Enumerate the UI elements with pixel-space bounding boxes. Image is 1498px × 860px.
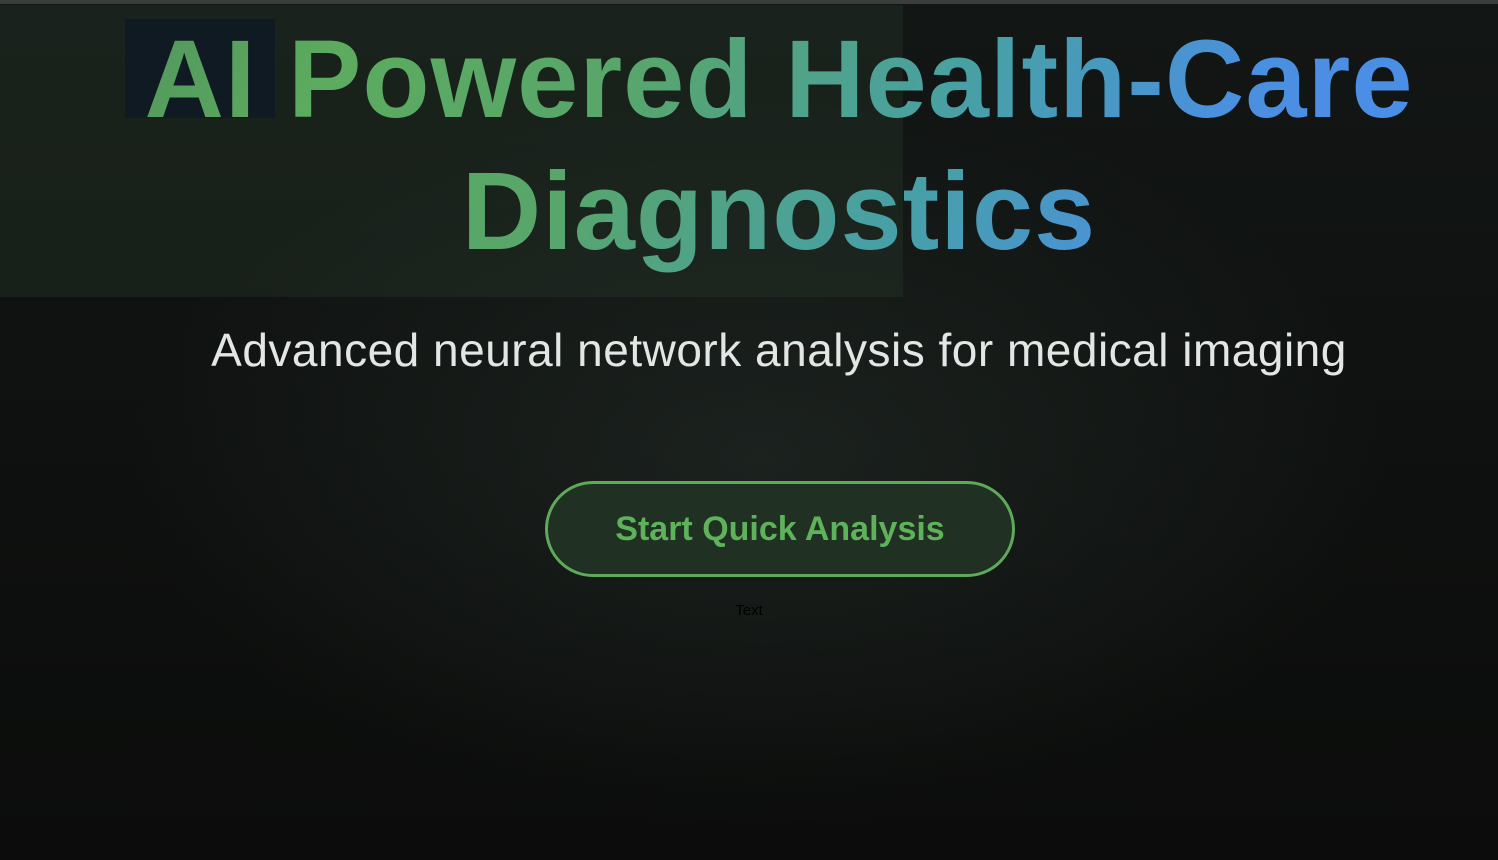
page: AI Powered Health-Care Diagnostics Advan… (0, 0, 1498, 860)
hero-title-ai-word: AI (144, 18, 257, 141)
start-quick-analysis-button[interactable]: Start Quick Analysis (545, 481, 1015, 577)
window-top-border (0, 0, 1498, 4)
hero-subtitle: Advanced neural network analysis for med… (211, 324, 1347, 376)
hero-title-line-1: AI Powered Health-Care (60, 14, 1498, 146)
hero-title: AI Powered Health-Care Diagnostics (0, 14, 1498, 278)
placeholder-text: Text (735, 602, 763, 619)
hero-title-line-2: Diagnostics (461, 150, 1097, 273)
hero-title-rest: Powered Health-Care (288, 18, 1414, 141)
